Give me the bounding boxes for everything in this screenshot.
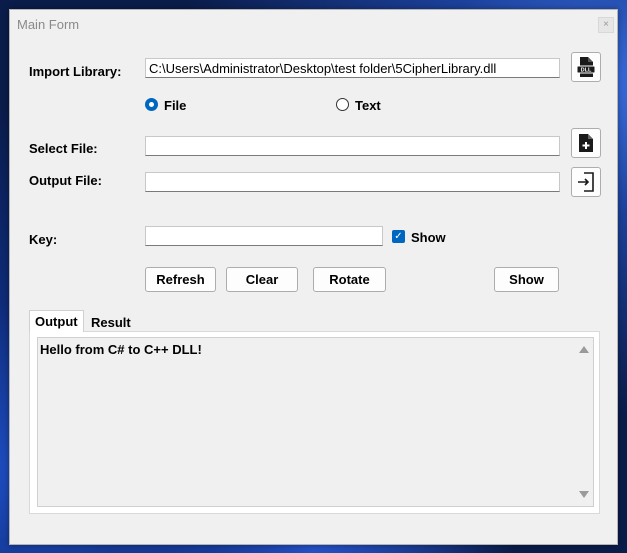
rotate-button[interactable]: Rotate [313, 267, 386, 292]
tab-output[interactable]: Output [29, 310, 84, 332]
key-label: Key: [29, 232, 58, 247]
import-library-label: Import Library: [29, 64, 122, 79]
dll-file-icon: DLL [576, 57, 596, 77]
title-bar[interactable]: Main Form × [10, 10, 617, 40]
export-icon [578, 172, 594, 192]
show-key-label[interactable]: Show [411, 230, 446, 245]
import-library-path-field[interactable]: C:\Users\Administrator\Desktop\test fold… [145, 58, 560, 78]
add-file-icon [579, 134, 593, 152]
main-form-window: Main Form × Import Library: C:\Users\Adm… [9, 9, 618, 545]
output-scrollbar[interactable] [576, 338, 593, 506]
output-file-label: Output File: [29, 173, 102, 188]
select-file-field[interactable] [145, 136, 560, 156]
file-radio-label[interactable]: File [164, 98, 186, 113]
text-radio[interactable] [336, 98, 349, 111]
clear-button[interactable]: Clear [226, 267, 298, 292]
show-key-checkbox[interactable]: ✓ [392, 230, 405, 243]
file-radio[interactable] [145, 98, 158, 111]
select-file-label: Select File: [29, 141, 98, 156]
window-title: Main Form [17, 17, 80, 32]
output-tab-panel: Hello from C# to C++ DLL! [29, 331, 600, 514]
output-text: Hello from C# to C++ DLL! [40, 342, 202, 357]
output-file-button[interactable] [571, 167, 601, 197]
show-button[interactable]: Show [494, 267, 559, 292]
refresh-button[interactable]: Refresh [145, 267, 216, 292]
browse-library-button[interactable]: DLL [571, 52, 601, 82]
output-file-field[interactable] [145, 172, 560, 192]
output-textarea[interactable]: Hello from C# to C++ DLL! [37, 337, 594, 507]
key-field[interactable] [145, 226, 383, 246]
text-radio-label[interactable]: Text [355, 98, 381, 113]
select-file-button[interactable] [571, 128, 601, 158]
scroll-down-arrow-icon[interactable] [579, 491, 589, 498]
scroll-up-arrow-icon[interactable] [579, 346, 589, 353]
svg-text:DLL: DLL [581, 68, 592, 74]
close-button[interactable]: × [598, 17, 614, 33]
